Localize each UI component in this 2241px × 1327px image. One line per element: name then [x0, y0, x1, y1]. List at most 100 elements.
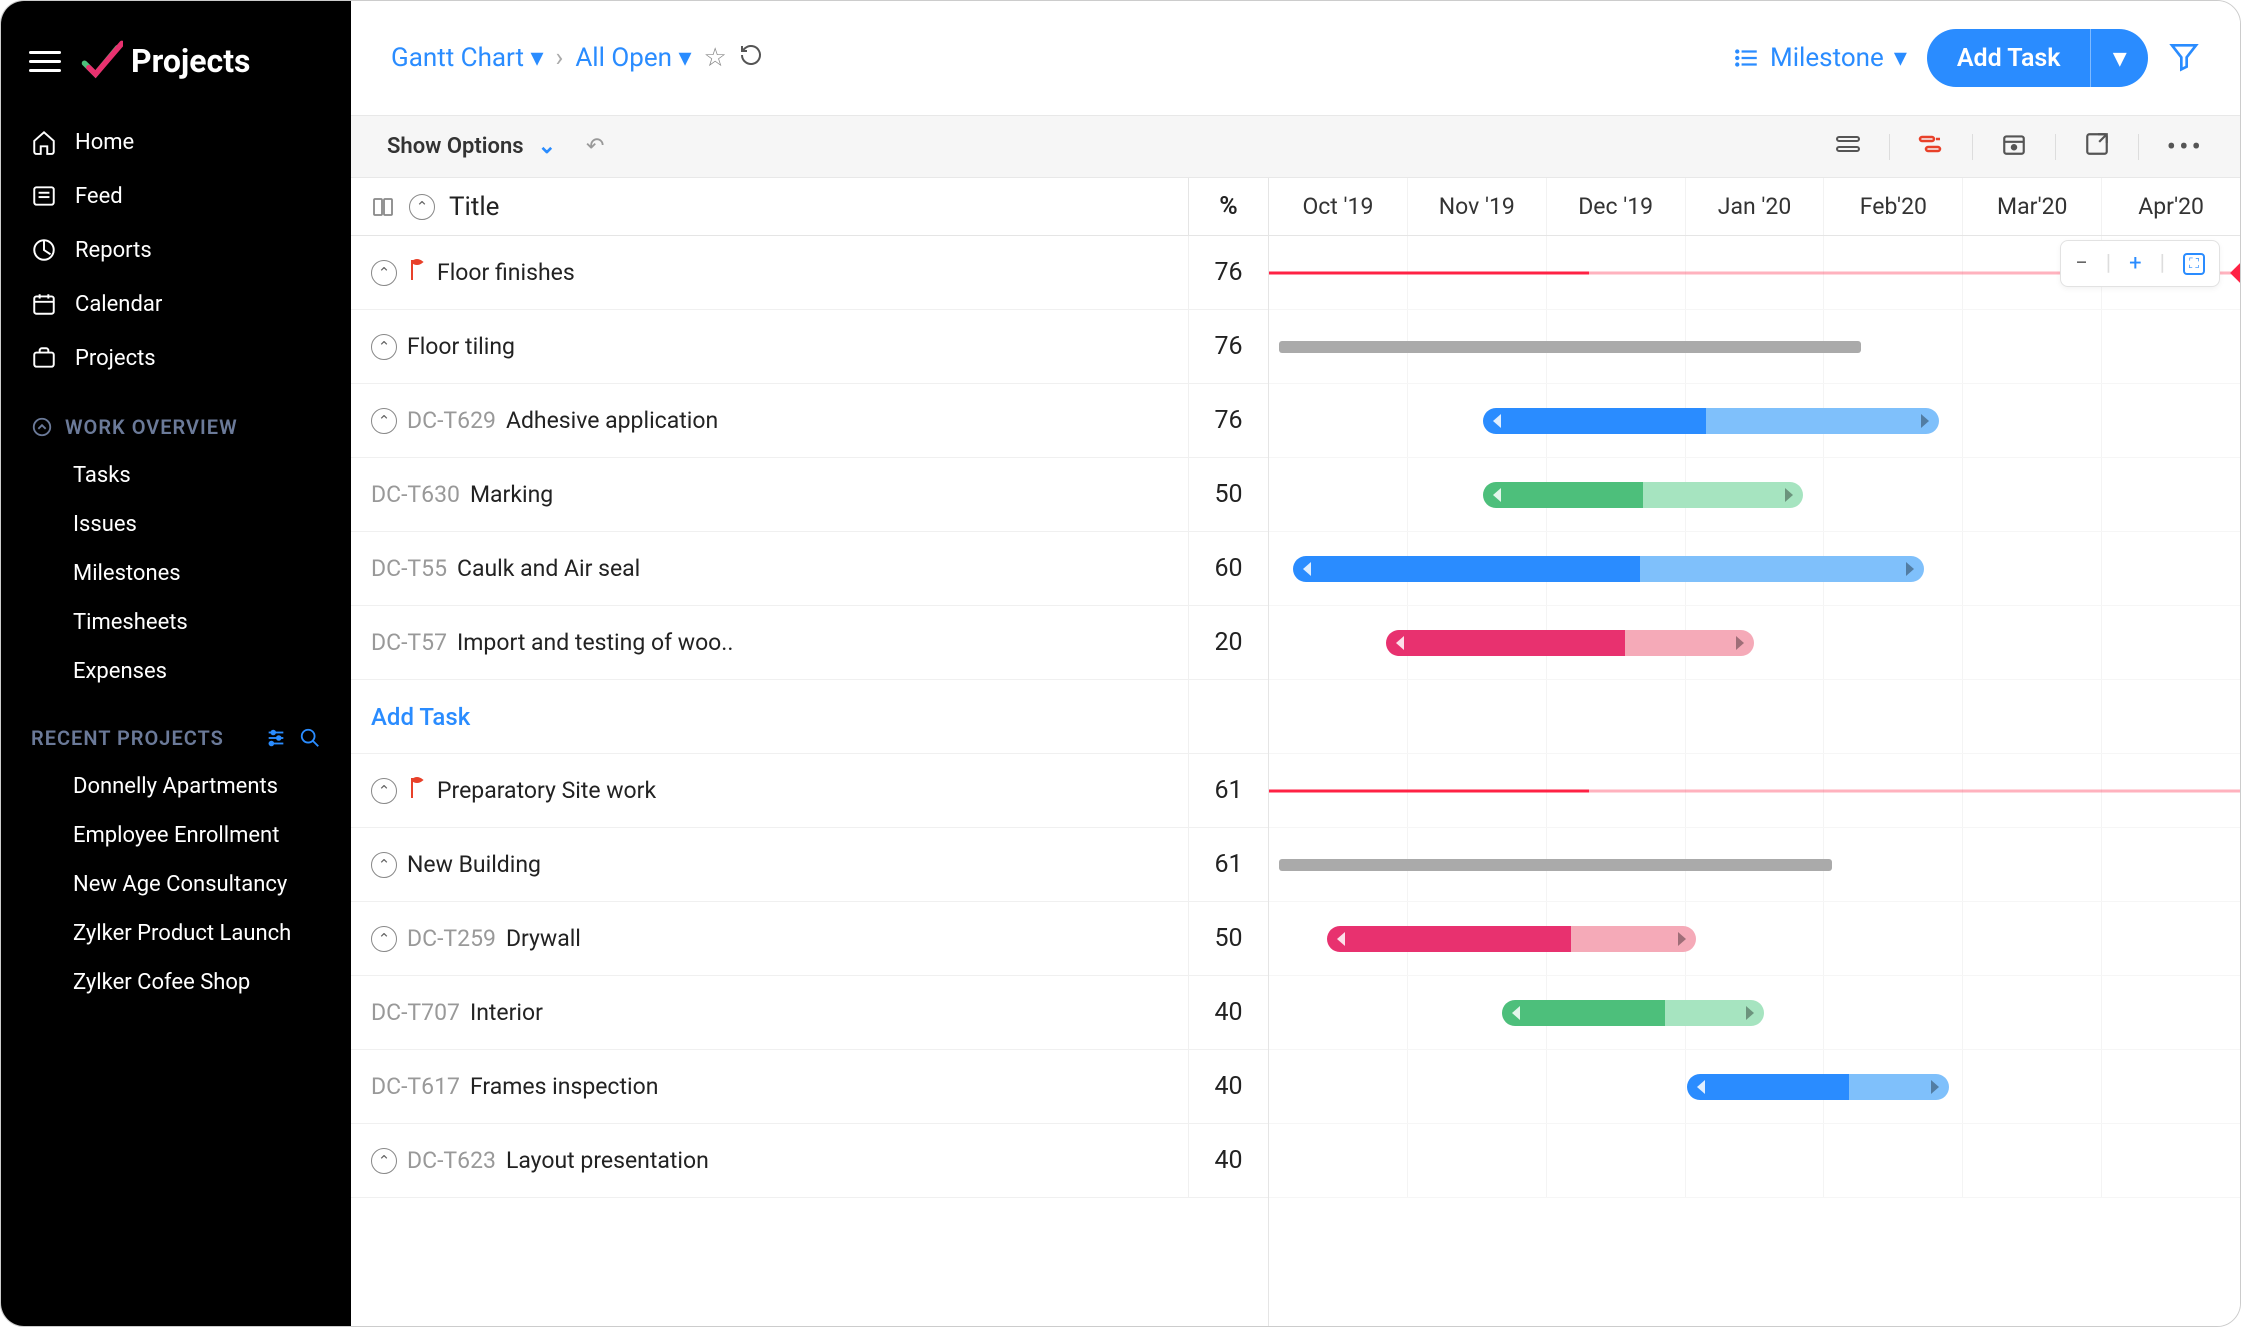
- timeline-row: [1269, 828, 2240, 902]
- task-name: Layout presentation: [506, 1147, 709, 1174]
- recent-project-item[interactable]: Zylker Cofee Shop: [1, 958, 351, 1007]
- timeline-row: [1269, 532, 2240, 606]
- task-row[interactable]: ⌃New Building61: [351, 828, 1268, 902]
- hamburger-menu[interactable]: [29, 51, 61, 72]
- task-bar[interactable]: [1483, 482, 1803, 508]
- milestone-bar[interactable]: [1269, 789, 1589, 792]
- zoom-in-button[interactable]: +: [2129, 251, 2141, 276]
- task-list-pane: ⌃ Title % ⌃Floor finishes76⌃Floor tiling…: [351, 178, 1269, 1326]
- group-by-selector[interactable]: Milestone ▾: [1734, 43, 1907, 73]
- collapse-all-icon[interactable]: ⌃: [409, 194, 435, 220]
- task-row[interactable]: ⌃Preparatory Site work61: [351, 754, 1268, 828]
- projects-icon: [31, 345, 57, 371]
- topbar: Gantt Chart ▾ › All Open ▾ ☆ Milestone ▾…: [351, 1, 2240, 116]
- recent-project-item[interactable]: Zylker Product Launch: [1, 909, 351, 958]
- month-column: Jan '20: [1686, 178, 1825, 235]
- title-column-header[interactable]: Title: [449, 192, 499, 222]
- view-selector[interactable]: Gantt Chart ▾: [391, 43, 544, 73]
- checkmark-logo-icon: [79, 39, 123, 83]
- work-item-expenses[interactable]: Expenses: [1, 647, 351, 696]
- task-row[interactable]: DC-T630Marking50: [351, 458, 1268, 532]
- task-percent: 20: [1188, 606, 1268, 679]
- zoom-fit-button[interactable]: ⛶: [2183, 253, 2205, 275]
- collapse-icon[interactable]: ⌃: [371, 778, 397, 804]
- nav-item-home[interactable]: Home: [1, 115, 351, 169]
- show-options-toggle[interactable]: Show Options ⌄: [387, 134, 556, 159]
- collapse-icon[interactable]: ⌃: [371, 926, 397, 952]
- recent-project-item[interactable]: Donnelly Apartments: [1, 762, 351, 811]
- milestone-bar[interactable]: [1269, 271, 1589, 274]
- group-summary-bar[interactable]: [1279, 341, 1862, 353]
- search-icon[interactable]: [299, 727, 321, 749]
- nav-item-calendar[interactable]: Calendar: [1, 277, 351, 331]
- timeline-row: [1269, 1124, 2240, 1198]
- timeline-row: [1269, 902, 2240, 976]
- milestone-diamond-icon: [2230, 263, 2240, 283]
- work-overview-header[interactable]: WORK OVERVIEW: [1, 385, 351, 451]
- filter-selector[interactable]: All Open ▾: [575, 43, 691, 73]
- work-item-timesheets[interactable]: Timesheets: [1, 598, 351, 647]
- filter-icon[interactable]: [2168, 40, 2200, 77]
- zoom-out-button[interactable]: −: [2075, 251, 2088, 276]
- task-name: Preparatory Site work: [437, 777, 656, 804]
- task-name: Caulk and Air seal: [457, 555, 640, 582]
- more-icon[interactable]: •••: [2167, 130, 2204, 163]
- recent-projects-label: RECENT PROJECTS: [31, 726, 224, 750]
- task-row[interactable]: ⌃Floor finishes76: [351, 236, 1268, 310]
- task-bar[interactable]: [1502, 1000, 1764, 1026]
- task-row[interactable]: ⌃DC-T259Drywall50: [351, 902, 1268, 976]
- favorite-star-icon[interactable]: ☆: [704, 43, 727, 73]
- task-row[interactable]: DC-T57Import and testing of woo..20: [351, 606, 1268, 680]
- task-percent: 60: [1188, 532, 1268, 605]
- task-id: DC-T617: [371, 1073, 460, 1100]
- task-row[interactable]: DC-T617Frames inspection40: [351, 1050, 1268, 1124]
- gantt-view-2-icon[interactable]: [1918, 133, 1944, 161]
- fullscreen-icon[interactable]: [2084, 131, 2110, 163]
- recent-project-item[interactable]: Employee Enrollment: [1, 811, 351, 860]
- list-icon: [1734, 45, 1760, 71]
- task-bar[interactable]: [1483, 408, 1939, 434]
- task-id: DC-T55: [371, 555, 447, 582]
- collapse-icon[interactable]: ⌃: [371, 852, 397, 878]
- nav-item-projects[interactable]: Projects: [1, 331, 351, 385]
- task-bar[interactable]: [1327, 926, 1696, 952]
- task-bar[interactable]: [1687, 1074, 1949, 1100]
- add-task-button[interactable]: Add Task ▾: [1927, 29, 2148, 87]
- add-task-dropdown[interactable]: ▾: [2090, 29, 2148, 87]
- calendar-today-icon[interactable]: [2001, 131, 2027, 163]
- percent-column-header[interactable]: %: [1188, 178, 1268, 235]
- task-row[interactable]: ⌃DC-T623Layout presentation40: [351, 1124, 1268, 1198]
- task-row[interactable]: DC-T55 Caulk and Air seal 60: [351, 532, 1268, 606]
- task-bar[interactable]: [1386, 630, 1755, 656]
- columns-icon[interactable]: [371, 195, 395, 219]
- reload-icon[interactable]: [739, 43, 763, 74]
- work-item-tasks[interactable]: Tasks: [1, 451, 351, 500]
- collapse-icon[interactable]: ⌃: [371, 1148, 397, 1174]
- collapse-icon[interactable]: ⌃: [371, 260, 397, 286]
- task-row[interactable]: DC-T707Interior40: [351, 976, 1268, 1050]
- task-row[interactable]: ⌃Floor tiling76: [351, 310, 1268, 384]
- task-bar[interactable]: [1293, 556, 1924, 582]
- month-column: Dec '19: [1547, 178, 1686, 235]
- nav-item-reports[interactable]: Reports: [1, 223, 351, 277]
- task-percent: 76: [1188, 310, 1268, 383]
- task-percent: 50: [1188, 458, 1268, 531]
- task-id: DC-T623: [407, 1147, 496, 1174]
- work-item-milestones[interactable]: Milestones: [1, 549, 351, 598]
- nav-item-feed[interactable]: Feed: [1, 169, 351, 223]
- add-task-inline[interactable]: Add Task: [351, 703, 1188, 731]
- gantt-view-1-icon[interactable]: [1835, 133, 1861, 161]
- undo-icon[interactable]: ↶: [586, 134, 604, 159]
- task-row[interactable]: Add Task: [351, 680, 1268, 754]
- task-percent: 76: [1188, 236, 1268, 309]
- work-item-issues[interactable]: Issues: [1, 500, 351, 549]
- settings-sliders-icon[interactable]: [265, 727, 287, 749]
- collapse-icon[interactable]: ⌃: [371, 334, 397, 360]
- task-percent: 40: [1188, 1050, 1268, 1123]
- group-summary-bar[interactable]: [1279, 859, 1832, 871]
- task-row[interactable]: ⌃DC-T629Adhesive application76: [351, 384, 1268, 458]
- app-logo[interactable]: Projects: [79, 39, 250, 83]
- collapse-icon[interactable]: ⌃: [371, 408, 397, 434]
- recent-project-item[interactable]: New Age Consultancy: [1, 860, 351, 909]
- sidebar: Projects HomeFeedReportsCalendarProjects…: [1, 1, 351, 1326]
